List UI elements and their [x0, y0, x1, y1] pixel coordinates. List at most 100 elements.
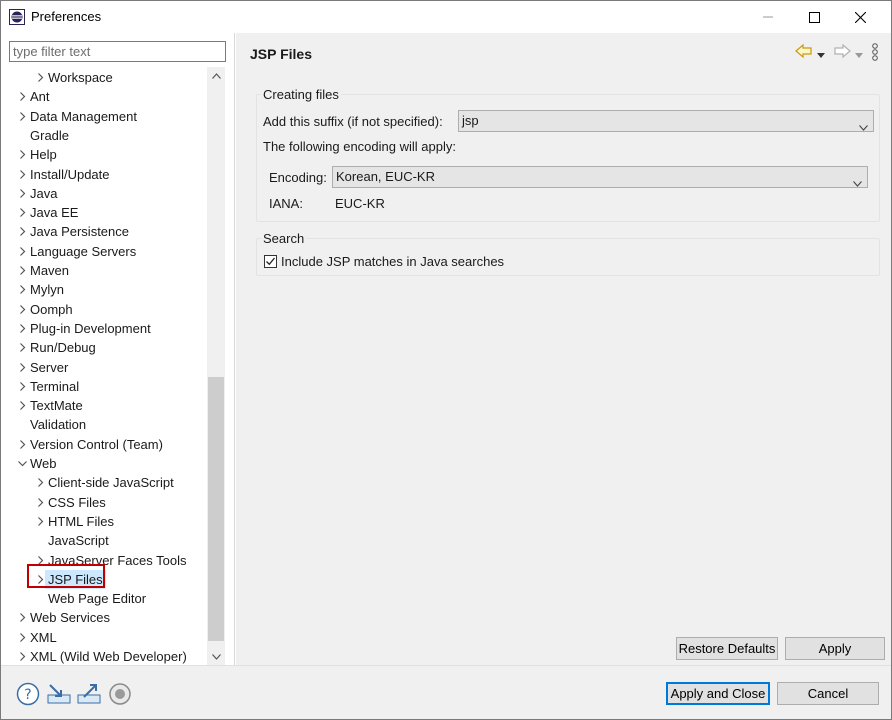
suffix-combo[interactable]: jsp — [458, 110, 874, 132]
chevron-right-icon[interactable] — [18, 304, 27, 314]
tree-item[interactable]: Java EE — [1, 203, 207, 222]
chevron-right-icon[interactable] — [18, 401, 27, 411]
forward-dropdown-icon[interactable] — [855, 47, 863, 62]
tree-item[interactable]: Java Persistence — [1, 222, 207, 241]
back-dropdown-icon[interactable] — [817, 47, 825, 62]
chevron-right-icon[interactable] — [18, 343, 27, 353]
chevron-right-icon[interactable] — [18, 613, 27, 623]
tree-item[interactable]: Web — [1, 454, 207, 473]
tree-item-label: Validation — [30, 417, 87, 433]
chevron-right-icon[interactable] — [18, 111, 27, 121]
tree-item[interactable]: Gradle — [1, 126, 207, 145]
tree-item[interactable]: Client-side JavaScript — [1, 473, 207, 492]
record-icon[interactable] — [108, 682, 132, 706]
apply-button[interactable]: Apply — [785, 637, 885, 660]
import-icon[interactable] — [46, 682, 71, 706]
tree-item[interactable]: CSS Files — [1, 493, 207, 512]
chevron-right-icon[interactable] — [18, 323, 27, 333]
tree-item[interactable]: Help — [1, 145, 207, 164]
chevron-right-icon[interactable] — [36, 478, 45, 488]
tree-item[interactable]: Java — [1, 184, 207, 203]
tree-item[interactable]: Web Services — [1, 608, 207, 627]
encoding-note: The following encoding will apply: — [263, 139, 456, 154]
tree-item-label: Oomph — [30, 301, 73, 317]
chevron-right-icon[interactable] — [18, 227, 27, 237]
forward-arrow-icon[interactable] — [833, 43, 851, 62]
creating-files-group: Creating files Add this suffix (if not s… — [256, 87, 880, 222]
chevron-down-icon[interactable] — [18, 459, 27, 468]
tree-scrollbar[interactable] — [207, 67, 225, 665]
tree-item[interactable]: Validation — [1, 415, 207, 434]
scrollbar-thumb[interactable] — [208, 377, 224, 641]
include-jsp-label[interactable]: Include JSP matches in Java searches — [281, 254, 504, 269]
maximize-button[interactable] — [791, 1, 837, 33]
chevron-right-icon[interactable] — [18, 208, 27, 218]
encoding-value: Korean, EUC-KR — [336, 169, 435, 184]
tree-item-label: HTML Files — [48, 513, 114, 529]
suffix-value: jsp — [462, 113, 479, 128]
minimize-button[interactable] — [745, 1, 791, 33]
include-jsp-checkbox[interactable] — [264, 255, 277, 268]
tree-item[interactable]: Version Control (Team) — [1, 435, 207, 454]
tree-item[interactable]: XML — [1, 628, 207, 647]
chevron-right-icon[interactable] — [18, 632, 27, 642]
restore-defaults-button[interactable]: Restore Defaults — [676, 637, 778, 660]
tree-item-label: Data Management — [30, 108, 137, 124]
tree-item[interactable]: Maven — [1, 261, 207, 280]
tree-item[interactable]: HTML Files — [1, 512, 207, 531]
chevron-right-icon[interactable] — [18, 362, 27, 372]
chevron-right-icon[interactable] — [18, 439, 27, 449]
iana-value: EUC-KR — [335, 196, 385, 211]
eclipse-app-icon — [9, 9, 25, 25]
tree-item[interactable]: Language Servers — [1, 242, 207, 261]
tree-item-label: Mylyn — [30, 282, 64, 298]
chevron-right-icon[interactable] — [18, 246, 27, 256]
scroll-down-arrow-icon[interactable] — [207, 648, 225, 665]
window-title: Preferences — [31, 9, 102, 24]
tree-item[interactable]: Install/Update — [1, 165, 207, 184]
filter-input[interactable] — [9, 41, 226, 62]
chevron-right-icon[interactable] — [36, 516, 45, 526]
tree-item[interactable]: Terminal — [1, 377, 207, 396]
chevron-right-icon[interactable] — [18, 652, 27, 661]
chevron-right-icon[interactable] — [18, 92, 27, 102]
tree-item[interactable]: Ant — [1, 87, 207, 106]
help-icon[interactable]: ? — [16, 682, 40, 706]
tree-item-label: Java Persistence — [30, 224, 129, 240]
tree-item[interactable]: TextMate — [1, 396, 207, 415]
export-icon[interactable] — [76, 682, 101, 706]
encoding-combo[interactable]: Korean, EUC-KR — [332, 166, 868, 188]
apply-and-close-button[interactable]: Apply and Close — [666, 682, 770, 705]
chevron-right-icon[interactable] — [18, 266, 27, 275]
tree-item-label: Ant — [30, 89, 50, 105]
tree-item[interactable]: XML (Wild Web Developer) — [1, 647, 207, 665]
tree-item[interactable]: Web Page Editor — [1, 589, 207, 608]
scroll-up-arrow-icon[interactable] — [207, 67, 225, 84]
tree-item[interactable]: JavaScript — [1, 531, 207, 550]
iana-label: IANA: — [269, 196, 303, 211]
chevron-right-icon[interactable] — [18, 285, 27, 295]
chevron-right-icon[interactable] — [18, 188, 27, 198]
chevron-right-icon[interactable] — [18, 150, 27, 160]
close-button[interactable] — [837, 1, 883, 33]
view-menu-icon[interactable] — [871, 42, 879, 65]
tree-item[interactable]: Data Management — [1, 107, 207, 126]
cancel-button[interactable]: Cancel — [777, 682, 879, 705]
back-arrow-icon[interactable] — [795, 43, 813, 62]
chevron-right-icon[interactable] — [18, 381, 27, 391]
tree-item-label: JavaScript — [48, 533, 109, 549]
tree-item[interactable]: Workspace — [1, 68, 207, 87]
chevron-right-icon[interactable] — [36, 73, 45, 82]
selection-highlight-box — [27, 564, 105, 588]
tree-item-label: XML — [30, 629, 57, 645]
tree-item[interactable]: Plug-in Development — [1, 319, 207, 338]
chevron-right-icon[interactable] — [18, 169, 27, 179]
tree-item-label: Workspace — [48, 70, 113, 85]
tree-item[interactable]: Server — [1, 358, 207, 377]
tree-item[interactable]: Oomph — [1, 300, 207, 319]
tree-item-label: Web Page Editor — [48, 591, 147, 607]
tree-item[interactable]: Mylyn — [1, 280, 207, 299]
chevron-right-icon[interactable] — [36, 497, 45, 507]
tree-item-label: Web — [30, 456, 57, 471]
tree-item[interactable]: Run/Debug — [1, 338, 207, 357]
